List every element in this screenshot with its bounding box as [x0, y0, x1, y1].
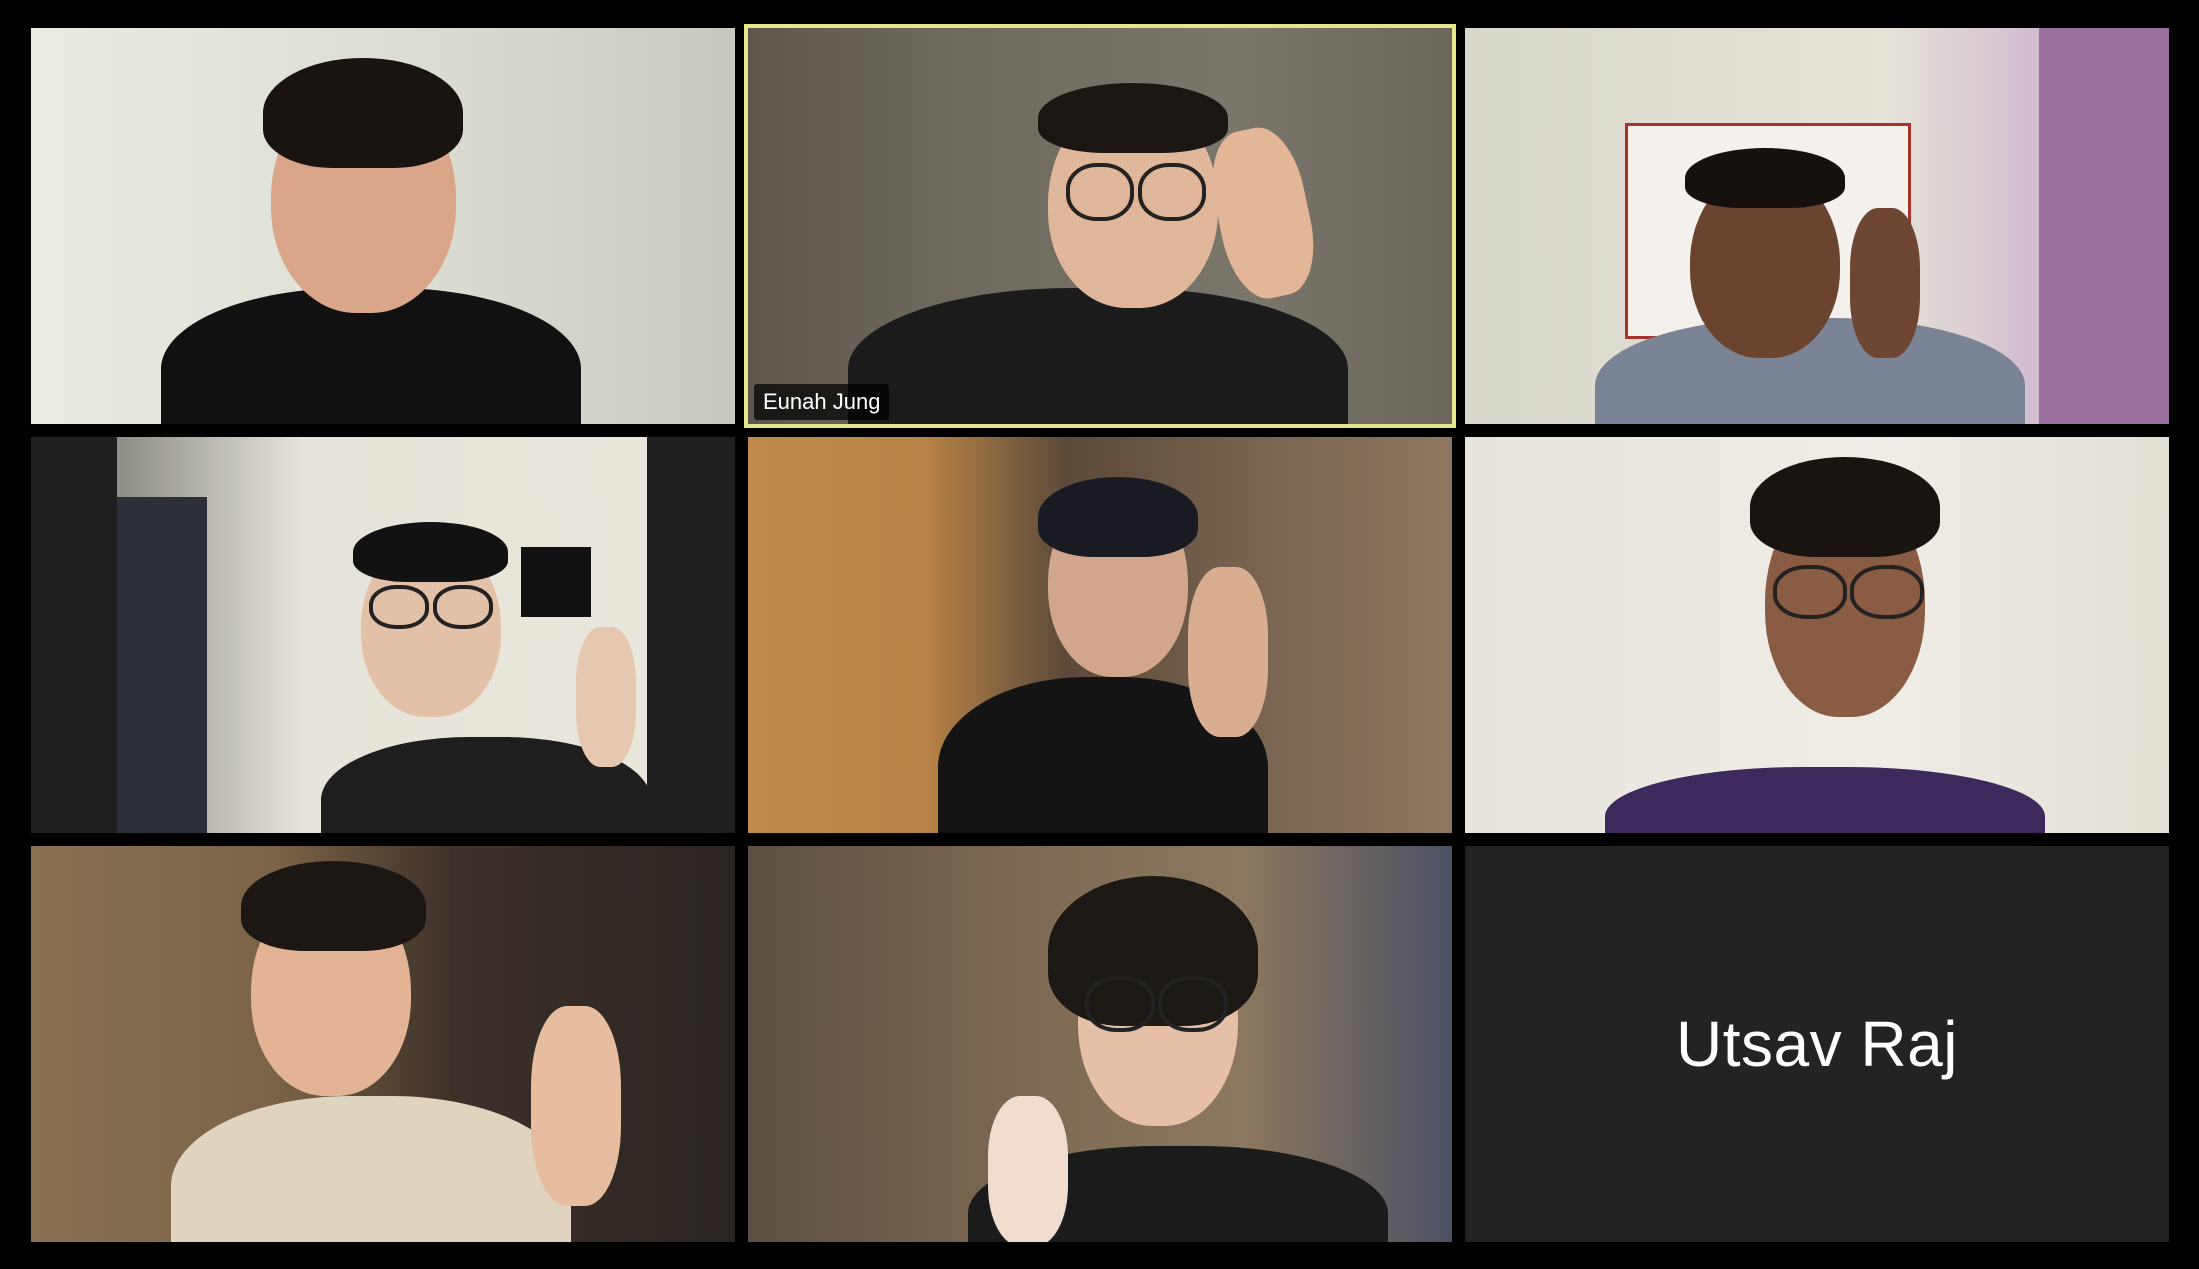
participant-video-5	[748, 437, 1452, 833]
participant-tile-3[interactable]	[1465, 28, 2169, 424]
participant-video-4	[31, 437, 735, 833]
video-gallery: Eunah Jung Utsav Raj	[31, 24, 2169, 1242]
participant-video-6	[1465, 437, 2169, 833]
participant-tile-9[interactable]: Utsav Raj	[1465, 846, 2169, 1242]
participant-video-1	[31, 28, 735, 424]
participant-video-3	[1465, 28, 2169, 424]
participant-name-display: Utsav Raj	[1676, 1008, 1958, 1080]
participant-video-7	[31, 846, 735, 1242]
participant-video-8	[748, 846, 1452, 1242]
participant-tile-6[interactable]	[1465, 437, 2169, 833]
participant-tile-8[interactable]	[748, 846, 1452, 1242]
participant-name-label: Eunah Jung	[754, 384, 890, 420]
participant-tile-5[interactable]	[748, 437, 1452, 833]
participant-tile-1[interactable]	[31, 28, 735, 424]
participant-video-2	[748, 28, 1452, 424]
participant-tile-7[interactable]	[31, 846, 735, 1242]
participant-tile-2[interactable]: Eunah Jung	[744, 24, 1456, 428]
participant-tile-4[interactable]	[31, 437, 735, 833]
